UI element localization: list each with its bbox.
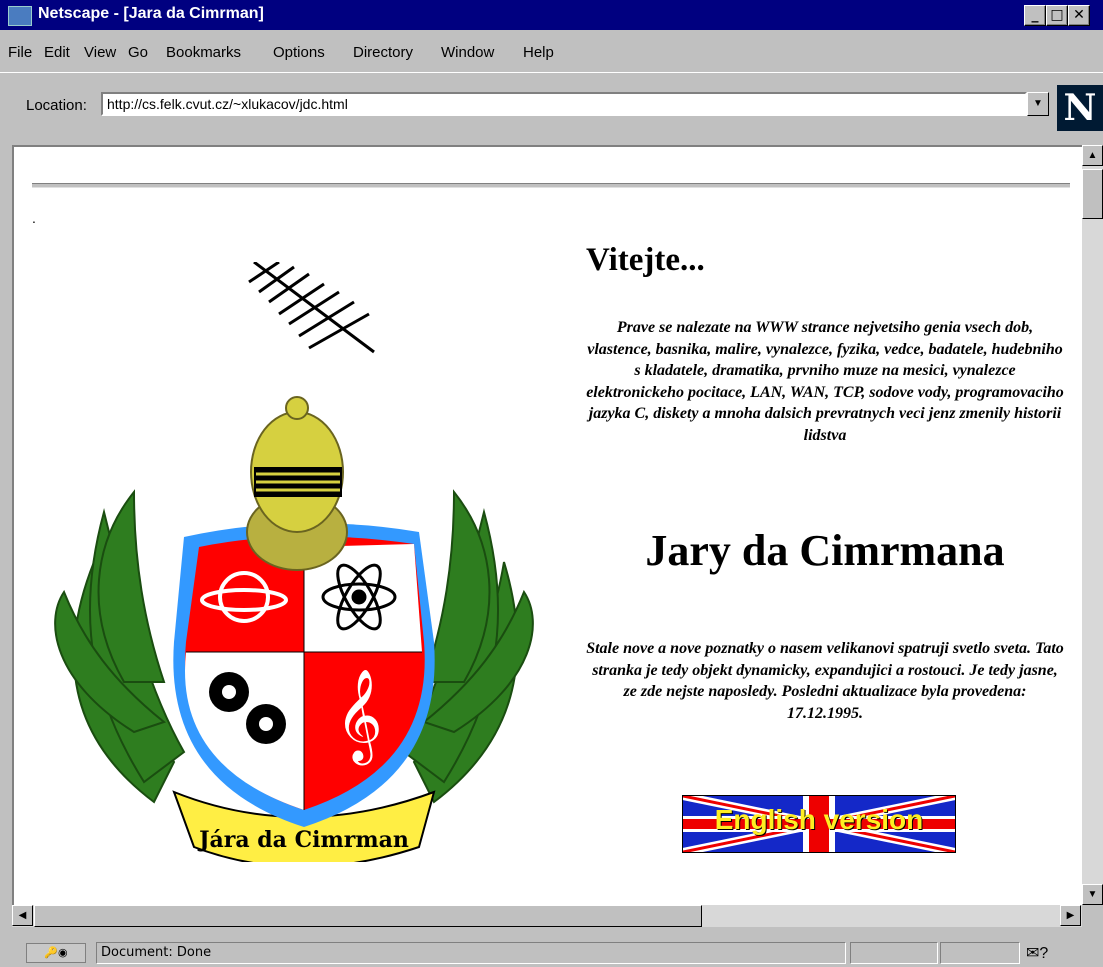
location-label: Location: bbox=[26, 97, 87, 114]
menu-edit[interactable]: Edit bbox=[44, 44, 70, 61]
maximize-button[interactable]: □ bbox=[1046, 5, 1068, 26]
status-bar: 🔑◉ Document: Done ✉? bbox=[0, 938, 1103, 967]
menu-directory[interactable]: Directory bbox=[353, 44, 413, 61]
menu-options[interactable]: Options bbox=[273, 44, 325, 61]
update-paragraph: Stale nove a nove poznatky o nasem velik… bbox=[586, 640, 1064, 722]
close-button[interactable]: ✕ bbox=[1068, 5, 1090, 26]
progress-segment bbox=[850, 942, 938, 964]
coat-of-arms-image: Jára da Cimrman 𝄞 bbox=[54, 262, 534, 862]
scroll-right-button[interactable]: ▶ bbox=[1060, 905, 1081, 926]
menu-go[interactable]: Go bbox=[128, 44, 148, 61]
menu-file[interactable]: File bbox=[8, 44, 32, 61]
menu-bookmarks[interactable]: Bookmarks bbox=[166, 44, 241, 61]
scroll-down-button[interactable]: ▼ bbox=[1082, 884, 1103, 905]
location-url-field[interactable]: http://cs.felk.cvut.cz/~xlukacov/jdc.htm… bbox=[101, 92, 1027, 116]
treble-clef-icon: 𝄞 bbox=[335, 668, 382, 765]
menu-view[interactable]: View bbox=[84, 44, 116, 61]
horizontal-scroll-thumb[interactable] bbox=[34, 905, 702, 927]
welcome-heading: Vitejte... bbox=[586, 242, 705, 278]
location-toolbar: Location: http://cs.felk.cvut.cz/~xlukac… bbox=[0, 72, 1103, 131]
minimize-button[interactable]: _ bbox=[1024, 5, 1046, 26]
title-bar: Netscape - [Jara da Cimrman] _ □ ✕ bbox=[0, 0, 1103, 30]
window-title: Netscape - [Jara da Cimrman] bbox=[38, 5, 264, 22]
vertical-scroll-thumb[interactable] bbox=[1082, 169, 1103, 219]
horizontal-rule bbox=[32, 183, 1070, 188]
page-content: . Jára da Cimrman 𝄞 Vitejte... Prave se … bbox=[12, 145, 1082, 907]
left-leaves-icon bbox=[54, 489, 186, 804]
cimrman-title: Jary da Cimrmana bbox=[645, 526, 1005, 575]
menu-bar: File Edit View Go Bookmarks Options Dire… bbox=[0, 30, 1103, 72]
english-version-link[interactable]: English version bbox=[682, 795, 956, 853]
horizontal-scrollbar[interactable]: ◀ ▶ bbox=[12, 905, 1082, 927]
location-dropdown-button[interactable]: ▼ bbox=[1027, 92, 1049, 116]
vertical-scrollbar[interactable]: ▲ ▼ bbox=[1082, 145, 1103, 905]
status-segment bbox=[940, 942, 1020, 964]
scroll-up-button[interactable]: ▲ bbox=[1082, 145, 1103, 166]
intro-paragraph: Prave se nalezate na WWW strance nejvets… bbox=[586, 319, 1064, 444]
banner-text: Jára da Cimrman bbox=[197, 827, 409, 853]
scroll-left-button[interactable]: ◀ bbox=[12, 905, 33, 926]
helmet-icon bbox=[246, 396, 348, 571]
dot-text: . bbox=[32, 210, 36, 226]
english-version-label: English version bbox=[714, 804, 924, 835]
menu-window[interactable]: Window bbox=[441, 44, 494, 61]
netscape-logo[interactable]: N bbox=[1057, 85, 1103, 131]
netscape-app-icon[interactable] bbox=[8, 6, 32, 26]
mail-icon[interactable]: ✉? bbox=[1026, 943, 1048, 963]
menu-help[interactable]: Help bbox=[523, 44, 554, 61]
security-key-icon[interactable]: 🔑◉ bbox=[26, 943, 86, 963]
status-text: Document: Done bbox=[96, 942, 846, 964]
